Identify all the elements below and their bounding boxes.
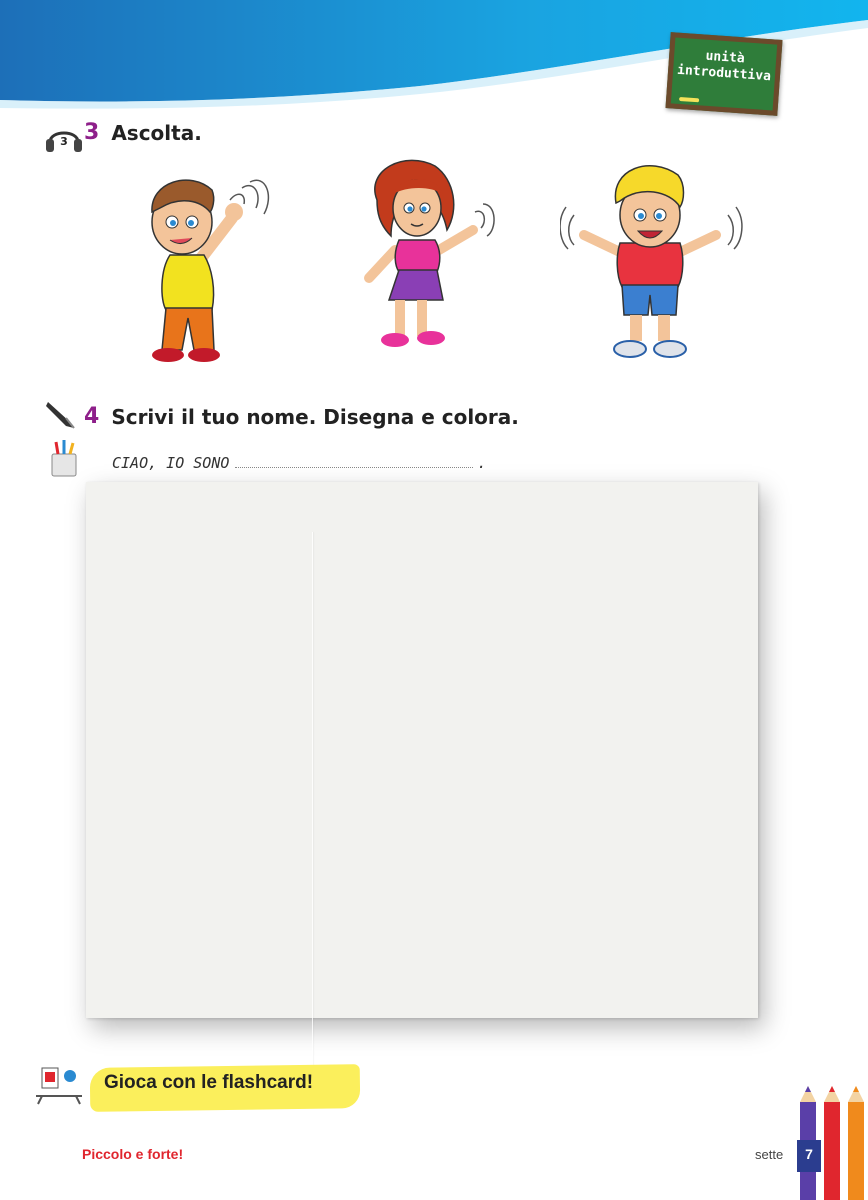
girl-red-hair-illustration	[364, 159, 495, 347]
exercise-4-number: 4	[84, 404, 100, 429]
exercise-3-heading: 3 Ascolta.	[84, 120, 202, 145]
unit-badge: unità introduttiva	[665, 32, 783, 116]
boy-brown-hair-illustration	[151, 179, 270, 362]
headphones-icon[interactable]: 3	[44, 122, 84, 154]
name-blank[interactable]	[235, 455, 474, 468]
drawing-area[interactable]	[86, 482, 758, 1072]
name-write-line: CIAO, IO SONO .	[112, 454, 486, 472]
page-word: sette	[755, 1147, 784, 1162]
write-end-punct: .	[477, 454, 487, 472]
exercise-4-title: Scrivi il tuo nome. Disegna e colora.	[111, 404, 519, 429]
book-title: Piccolo e forte!	[82, 1146, 184, 1162]
exercise-4-heading: 4 Scrivi il tuo nome. Disegna e colora.	[84, 404, 519, 429]
boy-blond-hair-illustration	[560, 165, 743, 358]
pen-icon	[46, 402, 75, 429]
pencil-cup-icon	[51, 440, 77, 477]
exercise-3-title: Ascolta.	[111, 120, 202, 145]
write-prompt: CIAO, IO SONO	[112, 454, 230, 472]
flashcard-icon	[36, 1067, 82, 1105]
chalk-icon	[679, 96, 700, 103]
page-number: 7	[805, 1146, 813, 1162]
exercise-3-number: 3	[84, 120, 100, 145]
paper-fold	[312, 532, 313, 1072]
flashcard-label: Gioca con le flashcard!	[104, 1072, 314, 1093]
track-number: 3	[60, 135, 68, 148]
